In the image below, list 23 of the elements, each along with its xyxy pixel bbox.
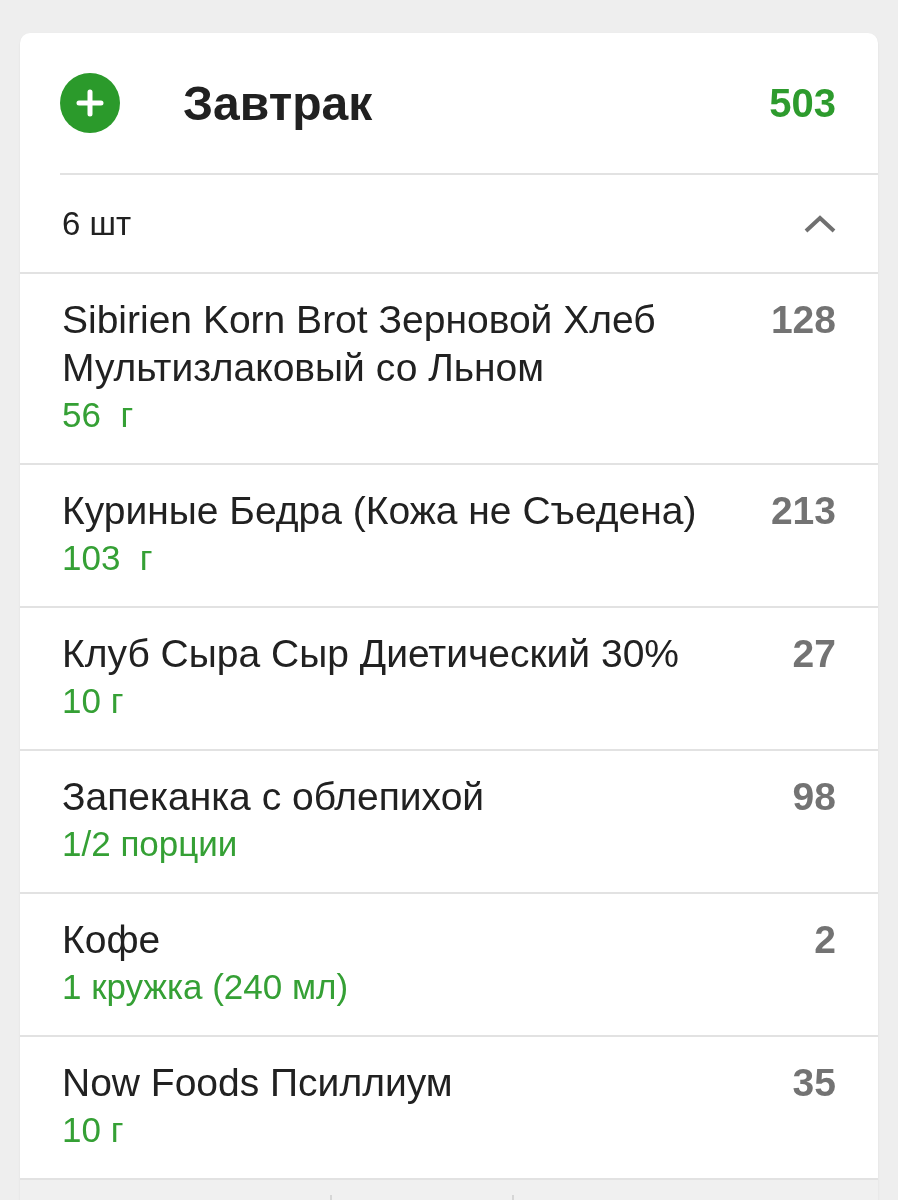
- meal-title: Завтрак: [183, 75, 374, 131]
- food-calories: 98: [792, 774, 836, 820]
- food-calories: 128: [770, 297, 836, 343]
- food-calories: 27: [792, 631, 836, 677]
- food-calories: 213: [770, 488, 836, 534]
- food-amount: 10 г: [62, 680, 124, 722]
- food-amount: 1/2 порции: [62, 823, 238, 865]
- food-name: Запеканка с облепихой: [62, 774, 485, 820]
- food-name: Кофе: [62, 917, 161, 963]
- food-name: Sibirien Korn Brot Зерновой Хлеб Мультизлаковый со Льном: [62, 297, 657, 391]
- chevron-up-icon[interactable]: [804, 213, 836, 234]
- food-name: Now Foods Псиллиум: [62, 1060, 453, 1106]
- food-amount: 56 г: [62, 394, 134, 436]
- add-button[interactable]: [60, 73, 120, 133]
- meal-calories: 503: [769, 80, 836, 126]
- food-amount: 103 г: [62, 537, 153, 579]
- food-amount: 1 кружка (240 мл): [62, 966, 349, 1008]
- item-count: 6 шт: [62, 204, 132, 243]
- food-calories: 35: [792, 1060, 836, 1106]
- food-name: Куриные Бедра (Кожа не Съедена): [62, 488, 697, 534]
- food-amount: 10 г: [62, 1109, 124, 1151]
- food-name: Клуб Сыра Сыр Диетический 30%: [62, 631, 679, 677]
- food-calories: 2: [814, 917, 836, 963]
